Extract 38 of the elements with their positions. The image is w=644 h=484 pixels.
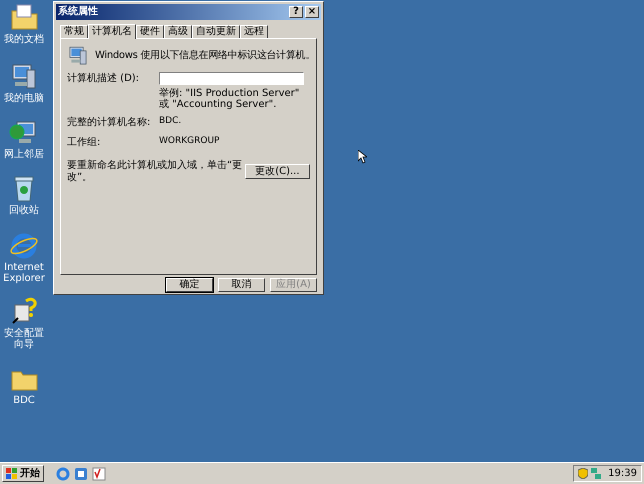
dialog-button[interactable]: 取消: [218, 278, 265, 292]
windows-flag-icon: [6, 468, 18, 479]
checkmark-icon[interactable]: [92, 466, 106, 480]
description-field[interactable]: [159, 72, 304, 85]
tab[interactable]: 远程: [240, 24, 268, 38]
desktop-icon-label: 网上邻居: [3, 149, 45, 160]
hint-text: 举例: "IIS Production Server" 或 "Accounting Server".: [159, 88, 300, 110]
browser-icon[interactable]: [56, 466, 70, 480]
change-button[interactable]: 更改(C)...: [244, 164, 310, 180]
help-button[interactable]: ?: [289, 6, 303, 18]
window-title: 系统属性: [58, 6, 99, 17]
info-text: Windows 使用以下信息在网络中标识这台计算机。: [95, 48, 316, 64]
desktop-icon-label: 我的文档: [3, 34, 45, 45]
tab[interactable]: 高级: [164, 24, 192, 38]
instruction-text: 要重新命名此计算机或加入域，单击“更改”。: [67, 160, 244, 184]
desktop-icon-label: 回收站: [8, 205, 40, 216]
field-value: WORKGROUP: [159, 134, 220, 148]
field-label: 完整的计算机名称:: [67, 116, 152, 130]
shield-icon[interactable]: [578, 468, 588, 479]
desktop-icon-label: 安全配置向导: [3, 328, 45, 350]
tab[interactable]: 常规: [60, 24, 88, 38]
dialog-button[interactable]: 确定: [166, 278, 213, 292]
tab[interactable]: 计算机名: [88, 24, 136, 39]
tab[interactable]: 硬件: [136, 24, 164, 38]
computer-icon: [67, 44, 89, 67]
window-icon[interactable]: [74, 466, 88, 480]
desktop-icon-label: Internet Explorer: [2, 262, 46, 284]
mouse-pointer-icon: [358, 150, 367, 164]
field-label: 计算机描述 (D):: [67, 72, 140, 86]
start-button[interactable]: 开始: [2, 465, 44, 482]
clock: 19:39: [608, 467, 637, 481]
field-label: 工作组:: [67, 136, 102, 150]
tab[interactable]: 自动更新: [192, 24, 240, 38]
desktop-icon-label: BDC: [12, 395, 36, 406]
desktop-icon-label: 我的电脑: [3, 93, 45, 104]
browser-icon[interactable]: [9, 231, 39, 261]
field-value: BDC.: [159, 114, 182, 128]
close-button[interactable]: ×: [305, 6, 319, 18]
